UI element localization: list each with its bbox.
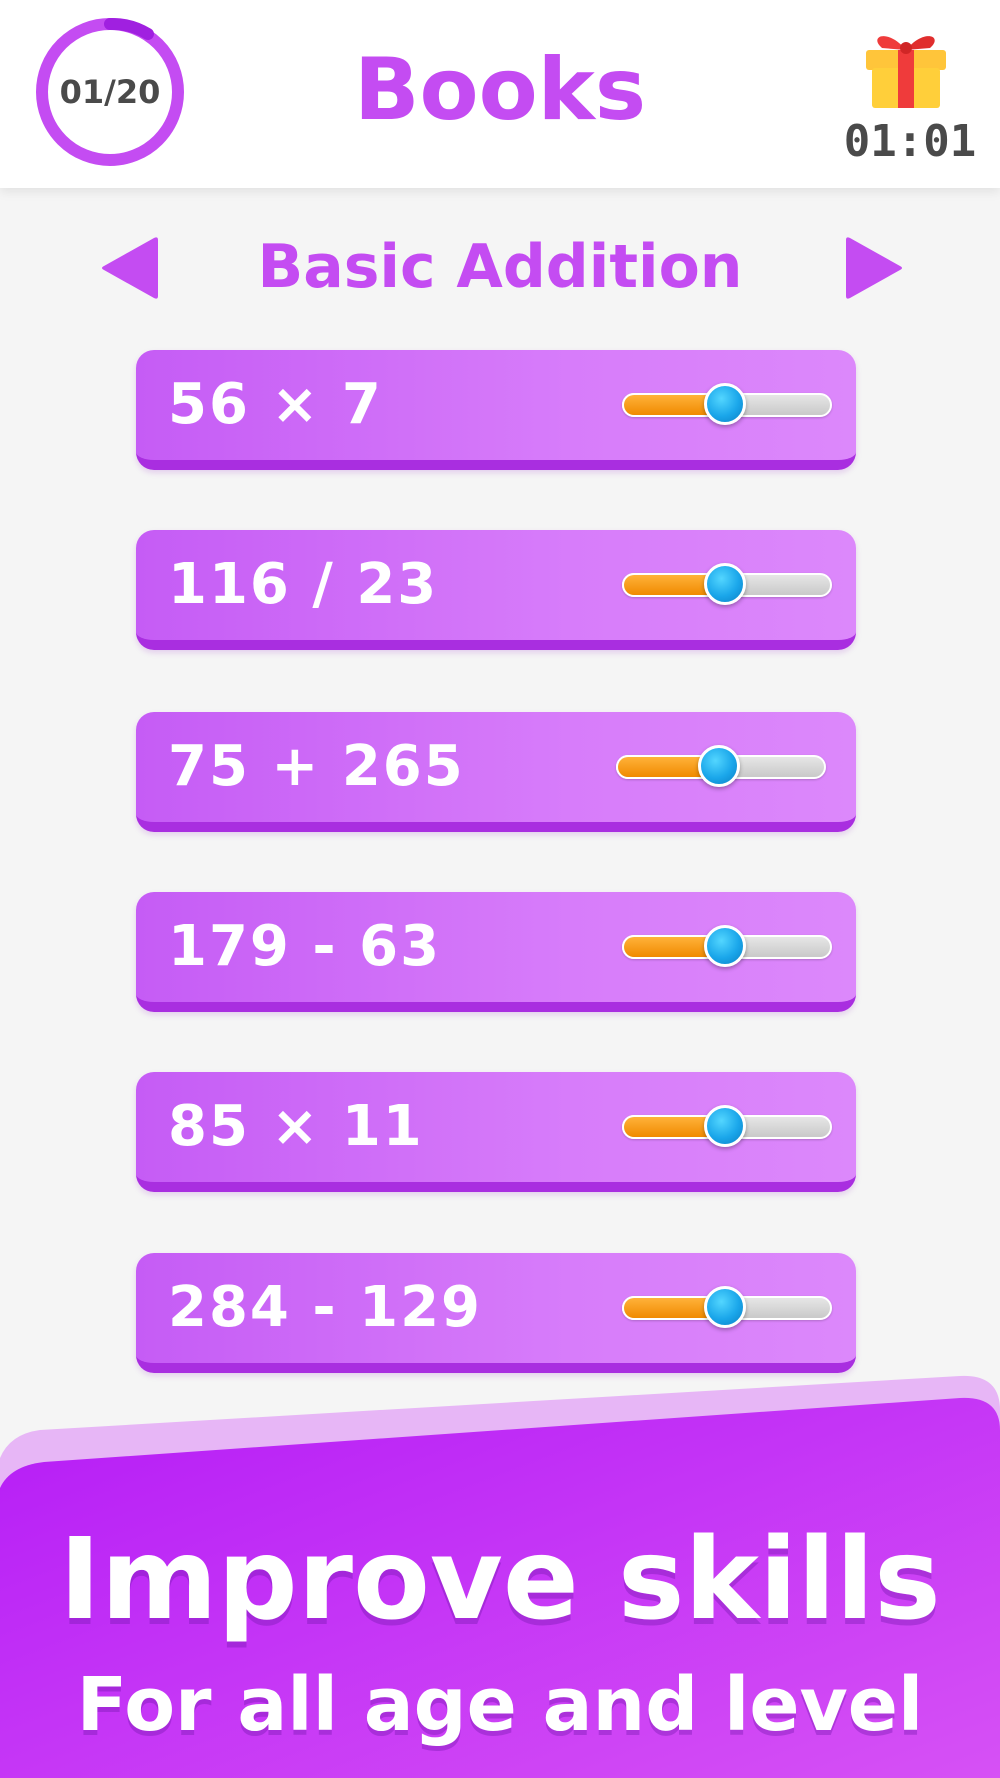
difficulty-slider[interactable] bbox=[622, 925, 832, 967]
difficulty-slider[interactable] bbox=[622, 1286, 832, 1328]
problem-card[interactable]: 75 + 265 bbox=[136, 712, 856, 832]
problem-card[interactable]: 284 - 129 bbox=[136, 1253, 856, 1373]
arrow-right-icon[interactable] bbox=[840, 236, 904, 300]
gift-icon[interactable] bbox=[858, 18, 954, 110]
banner-title: Improve skills bbox=[59, 1515, 941, 1645]
slider-knob[interactable] bbox=[704, 925, 746, 967]
problem-expression: 116 / 23 bbox=[168, 552, 439, 617]
slider-knob[interactable] bbox=[698, 745, 740, 787]
countdown-timer: 01:01 bbox=[843, 116, 977, 167]
slider-knob[interactable] bbox=[704, 1286, 746, 1328]
problem-expression: 85 × 11 bbox=[168, 1094, 424, 1159]
problem-expression: 75 + 265 bbox=[168, 734, 465, 799]
difficulty-slider[interactable] bbox=[622, 563, 832, 605]
promo-banner: Improve skills For all age and level bbox=[0, 1370, 1000, 1778]
banner-subtitle: For all age and level bbox=[76, 1662, 924, 1748]
difficulty-slider[interactable] bbox=[616, 745, 826, 787]
page-title: Books bbox=[353, 40, 647, 140]
category-selector: Basic Addition bbox=[0, 222, 1000, 312]
slider-knob[interactable] bbox=[704, 383, 746, 425]
slider-knob[interactable] bbox=[704, 563, 746, 605]
header-bar: 01/20 Books 01:01 bbox=[0, 0, 1000, 188]
progress-ring: 01/20 bbox=[30, 12, 190, 172]
problem-expression: 284 - 129 bbox=[168, 1275, 483, 1340]
arrow-left-icon[interactable] bbox=[100, 236, 164, 300]
problem-card[interactable]: 56 × 7 bbox=[136, 350, 856, 470]
slider-knob[interactable] bbox=[704, 1105, 746, 1147]
problem-card[interactable]: 116 / 23 bbox=[136, 530, 856, 650]
difficulty-slider[interactable] bbox=[622, 383, 832, 425]
difficulty-slider[interactable] bbox=[622, 1105, 832, 1147]
problem-expression: 56 × 7 bbox=[168, 372, 383, 437]
progress-counter: 01/20 bbox=[59, 73, 161, 111]
problem-card[interactable]: 85 × 11 bbox=[136, 1072, 856, 1192]
problem-card[interactable]: 179 - 63 bbox=[136, 892, 856, 1012]
category-label: Basic Addition bbox=[257, 232, 743, 302]
problem-expression: 179 - 63 bbox=[168, 914, 442, 979]
